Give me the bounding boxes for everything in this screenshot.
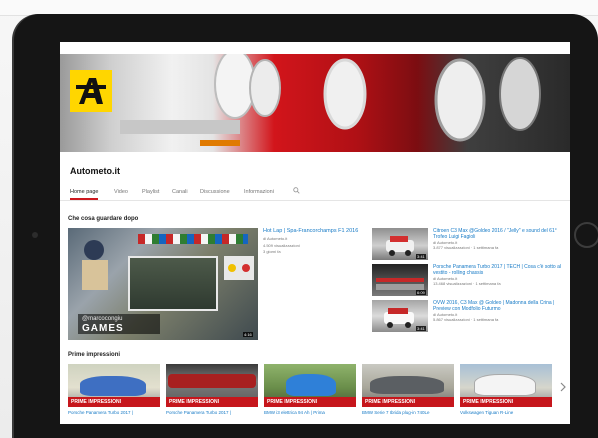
indicator-shape <box>200 140 240 146</box>
tab-home[interactable]: Home page <box>70 189 99 200</box>
featured-video-title[interactable]: Hot Lap | Spa-Francorchamps F1 2016 <box>263 228 359 235</box>
side-video-title[interactable]: Porsche Panamera Turbo 2017 | TECH | Cos… <box>433 264 563 276</box>
video-card[interactable]: PRIME IMPRESSIONI Volkswagen Tiguan R-Li… <box>460 364 552 424</box>
screen-top-bar <box>60 42 570 54</box>
featured-video-info: Hot Lap | Spa-Francorchamps F1 2016 di A… <box>263 228 359 255</box>
card-badge-label: PRIME IMPRESSIONI <box>169 399 220 405</box>
side-video-thumbnail[interactable]: 6:09 <box>372 264 428 296</box>
thumbnail-controller <box>224 256 254 280</box>
home-button[interactable] <box>574 222 598 248</box>
first-impressions-row: PRIME IMPRESSIONI Porsche Panamera Turbo… <box>68 364 564 424</box>
card-badge: PRIME IMPRESSIONI <box>264 397 356 407</box>
featured-video-age: 3 giorni fa <box>263 249 281 254</box>
headlight-shape <box>323 58 367 130</box>
video-card[interactable]: PRIME IMPRESSIONI Porsche Panamera Turbo… <box>166 364 258 424</box>
tab-channels[interactable]: Canali <box>172 189 188 195</box>
side-video[interactable]: 3:41 OVW 2016, C3 Max @ Goldeo | Madonna… <box>372 300 566 334</box>
side-video-info: OVW 2016, C3 Max @ Goldeo | Madonna dell… <box>433 300 563 322</box>
card-badge: PRIME IMPRESSIONI <box>166 397 258 407</box>
tab-playlist[interactable]: Playlist <box>142 189 159 195</box>
car-shape <box>168 374 256 388</box>
channel-banner <box>60 54 570 152</box>
featured-video-channel[interactable]: di Autometo.it <box>263 236 359 242</box>
side-video-meta: 5.867 visualizzazioni · 1 settimana fa <box>433 317 499 323</box>
car-shape <box>474 374 536 396</box>
video-duration: 3:41 <box>416 254 426 259</box>
card-title[interactable]: Porsche Panamera Turbo 2017 | <box>68 410 160 415</box>
car-shape <box>370 376 444 394</box>
headlight-shape <box>434 58 486 142</box>
banner-art <box>120 54 541 146</box>
headlight-shape <box>499 57 541 131</box>
card-badge-label: PRIME IMPRESSIONI <box>267 399 318 405</box>
camera-icon <box>32 232 38 238</box>
card-badge-label: PRIME IMPRESSIONI <box>71 399 122 405</box>
card-badge: PRIME IMPRESSIONI <box>362 397 454 407</box>
card-badge: PRIME IMPRESSIONI <box>68 397 160 407</box>
side-video[interactable]: 6:09 Porsche Panamera Turbo 2017 | TECH … <box>372 264 566 298</box>
featured-video-thumbnail[interactable]: @marcocongiu GAMES 4:16 <box>68 228 258 340</box>
autometo-logo-icon <box>76 78 106 104</box>
side-video-title[interactable]: OVW 2016, C3 Max @ Goldeo | Madonna dell… <box>433 300 563 312</box>
card-badge: PRIME IMPRESSIONI <box>460 397 552 407</box>
card-title[interactable]: Volkswagen Tiguan R-Line <box>460 410 552 415</box>
card-title[interactable]: BMW i3 elettrica 94 Ah | Prima <box>264 410 356 415</box>
card-title[interactable]: BMW Serie 7 Ibrida plug-in 740Le <box>362 410 454 415</box>
thumbnail-screen <box>128 256 218 311</box>
side-video-thumbnail[interactable]: 3:41 <box>372 300 428 332</box>
card-badge-label: PRIME IMPRESSIONI <box>365 399 416 405</box>
tab-discussion[interactable]: Discussione <box>200 189 230 195</box>
caption-handle: @marcocongiu <box>82 316 123 322</box>
thumbnail-driver <box>82 240 108 290</box>
car-shape <box>80 376 146 396</box>
video-duration: 3:41 <box>416 326 426 331</box>
side-video-thumbnail[interactable]: 3:41 <box>372 228 428 260</box>
bumper-shape <box>120 120 240 134</box>
car-shape <box>286 374 336 396</box>
video-duration: 4:16 <box>243 332 253 337</box>
side-video-meta: 3.877 visualizzazioni · 1 settimana fa <box>433 245 499 251</box>
chevron-right-icon[interactable] <box>560 382 566 392</box>
section-title-watch-next: Che cosa guardare dopo <box>68 216 139 222</box>
tab-info[interactable]: Informazioni <box>244 189 274 195</box>
tab-videos[interactable]: Video <box>114 189 128 195</box>
side-video-title[interactable]: Citroen C3 Max @Goldeo 2016 / "Jelly" e … <box>433 228 563 240</box>
card-title[interactable]: Porsche Panamera Turbo 2017 | <box>166 410 258 415</box>
featured-video-views: 4.509 visualizzazioni <box>263 242 300 248</box>
video-card[interactable]: PRIME IMPRESSIONI BMW Serie 7 Ibrida plu… <box>362 364 454 424</box>
thumbnail-flags <box>138 234 248 244</box>
video-duration: 6:09 <box>416 290 426 295</box>
section-title-first-impressions: Prime impressioni <box>68 352 121 358</box>
side-video-meta: 13.468 visualizzazioni · 1 settimana fa <box>433 281 501 287</box>
youtube-channel-screen: Autometo.it Home page Video Playlist Can… <box>60 42 570 424</box>
autometo-logo[interactable] <box>70 70 112 112</box>
video-card[interactable]: PRIME IMPRESSIONI BMW i3 elettrica 94 Ah… <box>264 364 356 424</box>
video-card[interactable]: PRIME IMPRESSIONI Porsche Panamera Turbo… <box>68 364 160 424</box>
caption-games: GAMES <box>82 323 124 334</box>
side-video[interactable]: 3:41 Citroen C3 Max @Goldeo 2016 / "Jell… <box>372 228 566 262</box>
thumbnail-caption: @marcocongiu GAMES <box>78 314 160 334</box>
headlight-shape <box>249 59 281 117</box>
side-video-info: Citroen C3 Max @Goldeo 2016 / "Jelly" e … <box>433 228 563 250</box>
side-video-info: Porsche Panamera Turbo 2017 | TECH | Cos… <box>433 264 563 286</box>
search-icon[interactable] <box>293 187 300 194</box>
headlight-shape <box>214 54 256 119</box>
card-badge-label: PRIME IMPRESSIONI <box>463 399 514 405</box>
tablet-device: Autometo.it Home page Video Playlist Can… <box>14 14 598 438</box>
channel-name[interactable]: Autometo.it <box>70 166 120 176</box>
channel-tabs: Home page Video Playlist Canali Discussi… <box>60 186 570 201</box>
